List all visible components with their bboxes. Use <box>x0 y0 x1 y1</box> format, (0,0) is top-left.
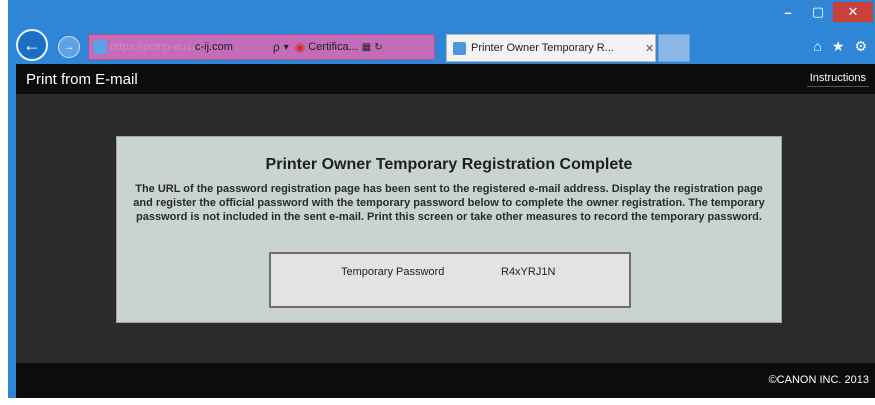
lock-icon[interactable]: ▦ <box>362 42 371 53</box>
address-url-prefix: https://pcmp-eu1. <box>110 41 195 53</box>
minimize-button[interactable]: – <box>773 2 803 22</box>
home-icon[interactable]: ⌂ <box>813 38 821 55</box>
registration-panel: Printer Owner Temporary Registration Com… <box>116 136 782 323</box>
star-icon[interactable]: ★ <box>832 38 845 55</box>
search-icon[interactable]: ρ <box>273 40 280 54</box>
page-title: Print from E-mail <box>26 71 138 88</box>
close-window-button[interactable]: ✕ <box>833 2 873 22</box>
copyright-text: ©CANON INC. 2013 <box>768 374 869 386</box>
address-bar[interactable]: https://pcmp-eu1. c-ij.com ρ ▾ ◉ Certifi… <box>88 34 435 60</box>
maximize-button[interactable]: ▢ <box>803 2 833 22</box>
address-url-domain: c-ij.com <box>195 41 233 53</box>
certificate-error-icon[interactable]: ◉ <box>295 40 305 54</box>
page-header: Print from E-mail Instructions <box>16 64 875 94</box>
certificate-error-label[interactable]: Certifica... <box>308 41 358 53</box>
forward-button[interactable]: → <box>58 36 80 58</box>
forward-arrow-icon: → <box>63 41 75 53</box>
browser-window: – ▢ ✕ ← → https://pcmp-eu1. c-ij.com ρ ▾… <box>8 0 875 398</box>
temporary-password-label: Temporary Password <box>341 266 445 278</box>
site-favicon-icon <box>93 40 107 54</box>
address-dropdown-icon[interactable]: ▾ <box>284 42 289 53</box>
temporary-password-value: R4xYRJ1N <box>501 266 556 278</box>
refresh-icon[interactable]: ↻ <box>374 42 382 53</box>
panel-message: The URL of the password registration pag… <box>133 183 765 223</box>
panel-title: Printer Owner Temporary Registration Com… <box>265 156 633 173</box>
back-button[interactable]: ← <box>16 29 48 61</box>
back-arrow-icon: ← <box>23 34 41 55</box>
window-controls: – ▢ ✕ <box>773 2 873 24</box>
tab-close-icon[interactable]: ✕ <box>645 42 654 55</box>
page-footer: ©CANON INC. 2013 <box>16 363 875 398</box>
tab-favicon-icon <box>453 41 466 55</box>
browser-tools: ⌂ ★ ⚙ <box>813 38 867 55</box>
browser-toolbar: ← → https://pcmp-eu1. c-ij.com ρ ▾ ◉ Cer… <box>8 26 875 64</box>
tab-printer-owner[interactable]: Printer Owner Temporary R... ✕ <box>446 34 656 62</box>
page-content: Print from E-mail Instructions Printer O… <box>16 64 875 398</box>
tab-label: Printer Owner Temporary R... <box>471 42 614 54</box>
instructions-link[interactable]: Instructions <box>806 70 869 87</box>
new-tab-button[interactable] <box>658 34 690 62</box>
gear-icon[interactable]: ⚙ <box>854 38 867 55</box>
temporary-password-box: Temporary Password R4xYRJ1N <box>269 252 631 308</box>
